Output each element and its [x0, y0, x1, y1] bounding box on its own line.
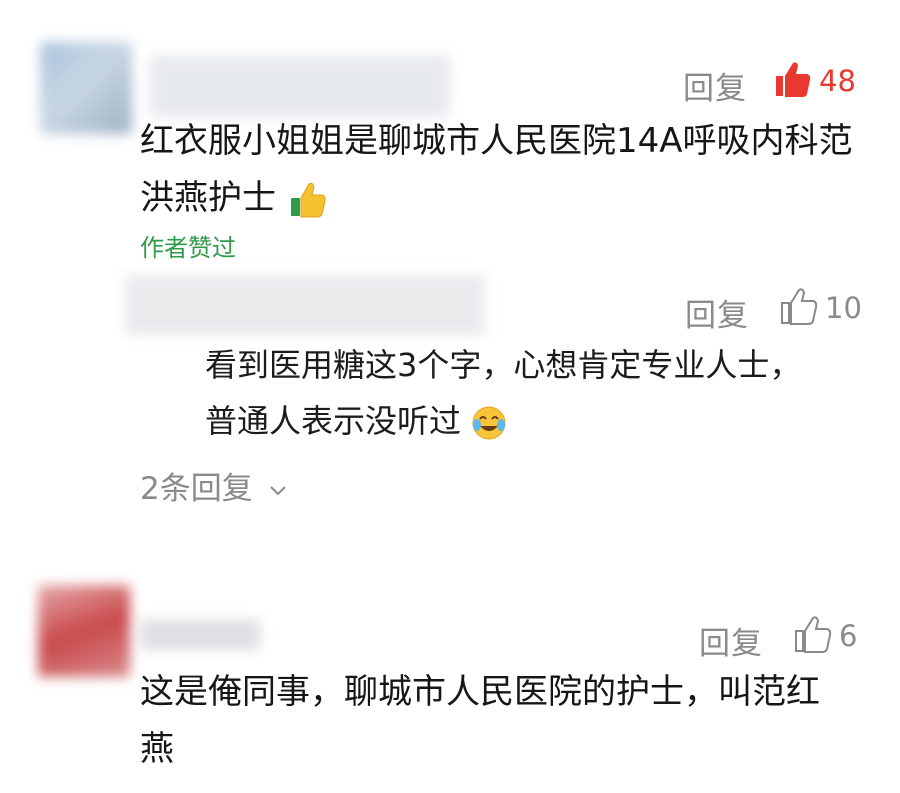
crying-laughing-emoji-icon [472, 406, 506, 440]
thumbs-up-emoji-icon [290, 182, 326, 217]
reply-text-line: 普通人表示没听过 [205, 393, 865, 449]
like-count: 48 [819, 64, 856, 98]
reply-button[interactable]: 回复 [683, 63, 747, 108]
thumbs-up-filled-icon [776, 62, 811, 97]
avatar[interactable] [40, 42, 132, 134]
comment-text-line: 红衣服小姐姐是聊城市人民医院14A呼吸内科范 [140, 121, 853, 161]
thumbs-up-outline-icon [795, 616, 832, 653]
comment-text: 红衣服小姐姐是聊城市人民医院14A呼吸内科范 洪燕护士 [140, 113, 880, 227]
chevron-down-icon [269, 485, 286, 495]
avatar[interactable] [38, 585, 130, 677]
like-button[interactable]: 6 [794, 615, 874, 657]
reply-button[interactable]: 回复 [699, 618, 763, 663]
expand-replies-label: 2条回复 [140, 471, 253, 507]
like-button[interactable]: 48 [774, 60, 864, 102]
like-count: 6 [839, 619, 858, 653]
reply-text-line: 看到医用糖这3个字，心想肯定专业人士， [205, 346, 802, 384]
username[interactable] [150, 55, 450, 117]
thumbs-up-outline-icon [781, 288, 818, 325]
reply-username[interactable] [125, 275, 485, 335]
author-liked-badge: 作者赞过 [140, 234, 236, 262]
username[interactable] [140, 620, 260, 650]
comment-text-line: 洪燕护士 [140, 170, 880, 227]
comment-text-line: 燕 [140, 729, 174, 769]
like-count: 10 [825, 291, 862, 325]
reply-text: 看到医用糖这3个字，心想肯定专业人士， 普通人表示没听过 [205, 337, 865, 449]
comment-text-line: 这是俺同事，聊城市人民医院的护士，叫范红 [140, 672, 820, 712]
comment-text: 这是俺同事，聊城市人民医院的护士，叫范红 燕 [140, 664, 880, 778]
reply-button[interactable]: 回复 [685, 290, 749, 335]
like-button[interactable]: 10 [780, 287, 870, 329]
expand-replies-button[interactable]: 2条回复 [140, 463, 287, 508]
